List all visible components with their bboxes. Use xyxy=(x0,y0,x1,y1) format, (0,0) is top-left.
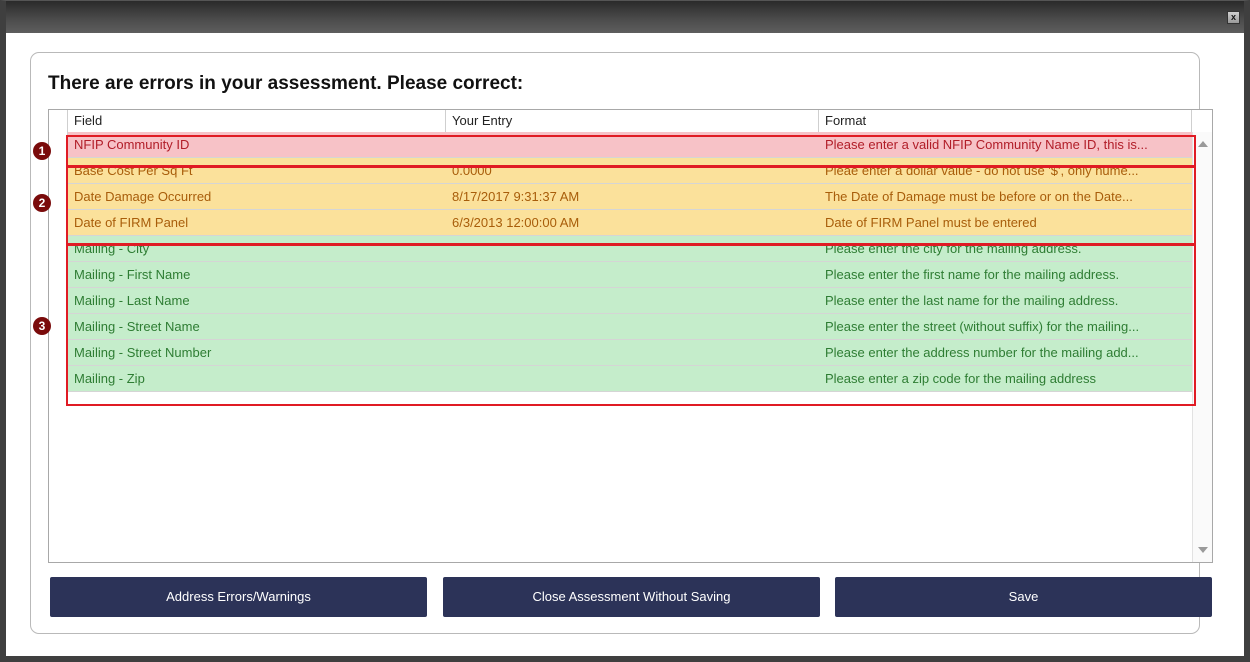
close-icon[interactable]: x xyxy=(1231,12,1236,22)
error-group-highlight xyxy=(66,135,1196,167)
close-without-saving-button[interactable]: Close Assessment Without Saving xyxy=(443,577,820,617)
column-header-format[interactable]: Format xyxy=(819,110,1192,132)
title-bar[interactable]: x xyxy=(6,1,1244,33)
warning-group-highlight xyxy=(66,166,1196,245)
column-header-entry[interactable]: Your Entry xyxy=(446,110,819,132)
row-header-corner xyxy=(49,110,68,132)
save-button[interactable]: Save xyxy=(835,577,1212,617)
marker-2: 2 xyxy=(33,194,51,212)
scroll-down-icon[interactable] xyxy=(1198,547,1208,553)
close-window-button[interactable]: x xyxy=(1227,11,1240,24)
column-header-field[interactable]: Field xyxy=(68,110,446,132)
scroll-up-icon[interactable] xyxy=(1198,141,1208,147)
address-errors-button[interactable]: Address Errors/Warnings xyxy=(50,577,427,617)
marker-1: 1 xyxy=(33,142,51,160)
grid-header: Field Your Entry Format xyxy=(49,110,1212,133)
page-title: There are errors in your assessment. Ple… xyxy=(48,73,524,94)
marker-3: 3 xyxy=(33,317,51,335)
missing-group-highlight xyxy=(66,244,1196,406)
